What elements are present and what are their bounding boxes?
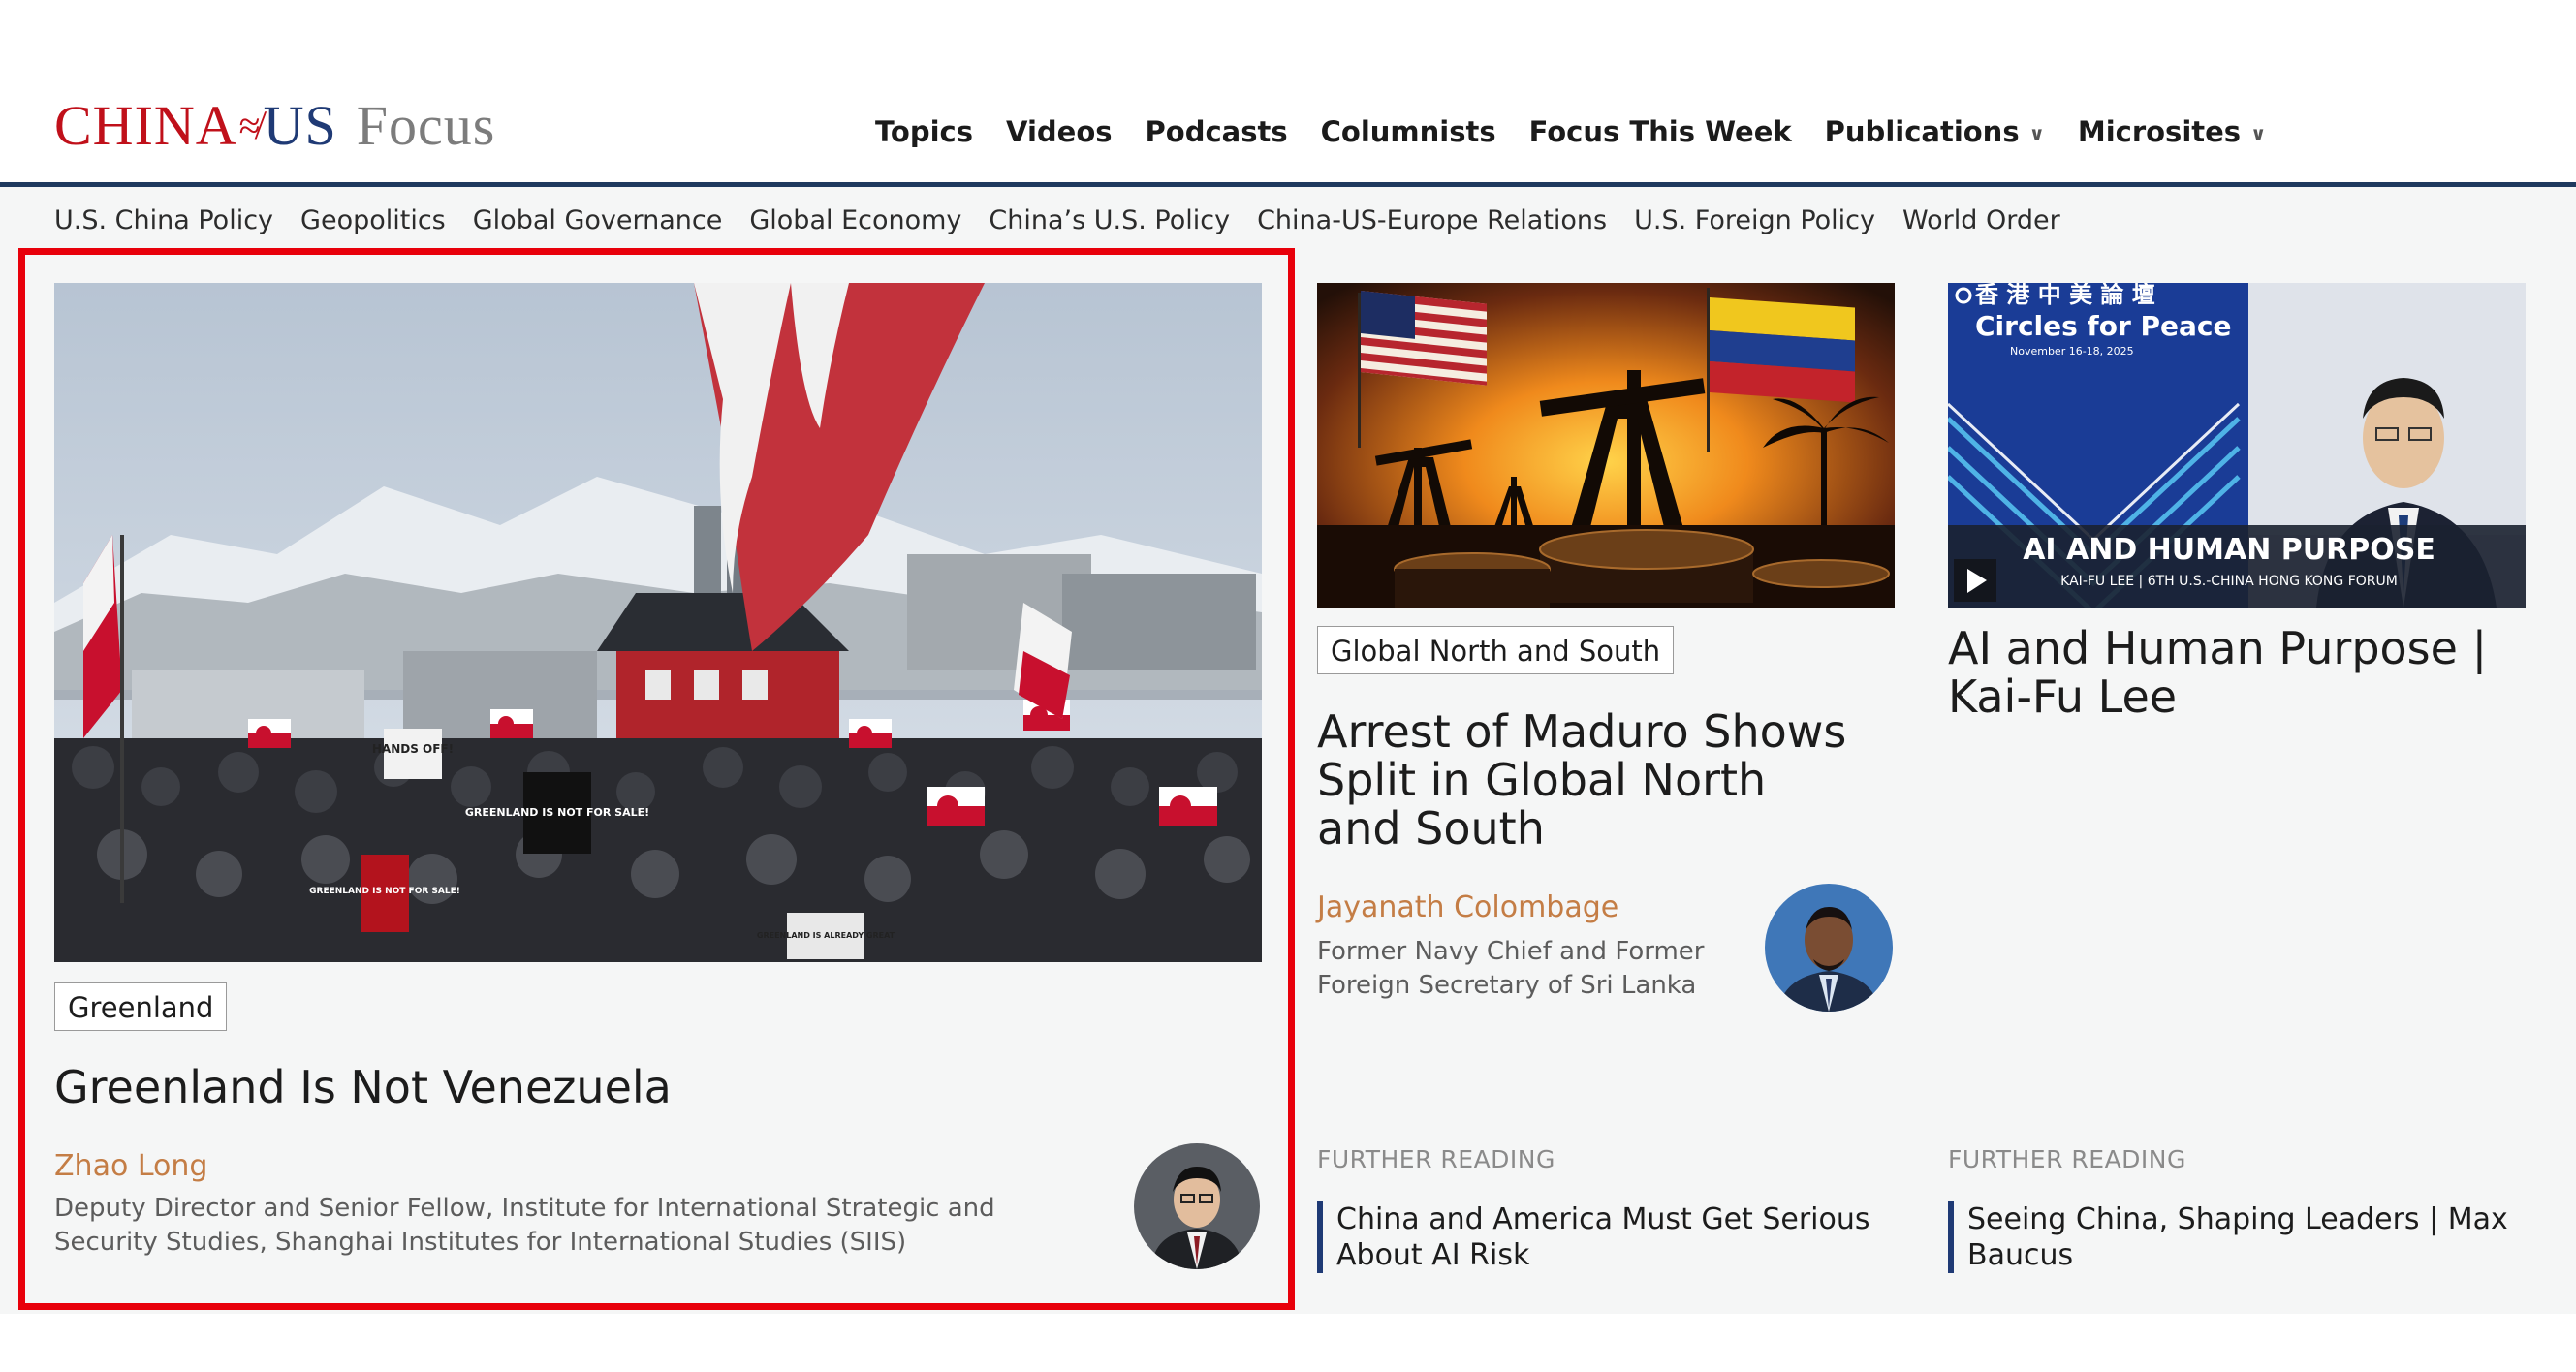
further-reading-link[interactable]: Seeing China, Shaping Leaders | Max Bauc… [1948,1201,2529,1273]
further-reading-label: FURTHER READING [1317,1145,1555,1173]
topic-link[interactable]: Global Economy [749,205,961,235]
site-header: CHINA ≉ US Focus Topics Videos Podcasts … [0,0,2576,187]
nav-microsites[interactable]: Microsites ∨ [2078,110,2266,153]
topic-tag[interactable]: Global North and South [1317,626,1675,674]
play-icon [1954,559,1996,602]
topic-link[interactable]: China’s U.S. Policy [989,205,1230,235]
svg-text:KAI-FU LEE | 6TH U.S.-CHINA HO: KAI-FU LEE | 6TH U.S.-CHINA HONG KONG FO… [2060,574,2398,589]
author-bio: Former Navy Chief and Former Foreign Sec… [1317,937,1705,1000]
author-avatar[interactable] [1765,884,1893,1012]
site-logo[interactable]: CHINA ≉ US Focus [54,97,495,155]
author-name[interactable]: Jayanath Colombage [1317,890,1618,924]
nav-publications[interactable]: Publications ∨ [1825,110,2045,153]
topic-link[interactable]: World Order [1902,205,2060,235]
svg-text:Circles for Peace: Circles for Peace [1975,310,2232,342]
nav-columnists[interactable]: Columnists [1321,110,1496,153]
svg-text:November 16-18, 2025: November 16-18, 2025 [2010,345,2134,358]
topic-link[interactable]: U.S. Foreign Policy [1634,205,1875,235]
topic-link[interactable]: Global Governance [473,205,723,235]
article-title[interactable]: Arrest of Maduro Shows Split in Global N… [1317,707,1860,853]
nav-topics[interactable]: Topics [875,110,973,153]
topic-link[interactable]: Geopolitics [300,205,446,235]
topic-link[interactable]: U.S. China Policy [54,205,273,235]
nav-videos[interactable]: Videos [1006,110,1113,153]
further-reading-link[interactable]: China and America Must Get Serious About… [1317,1201,1879,1273]
article-image-maduro[interactable] [1317,283,1895,608]
topic-bar: U.S. China Policy Geopolitics Global Gov… [54,205,2088,235]
logo-swirl-icon: ≉ [238,104,262,147]
article-title[interactable]: AI and Human Purpose | Kai-Fu Lee [1948,624,2520,721]
chevron-down-icon: ∨ [2250,122,2267,145]
svg-text:AI AND HUMAN PURPOSE: AI AND HUMAN PURPOSE [2023,533,2435,567]
chevron-down-icon: ∨ [2028,122,2045,145]
further-reading-label: FURTHER READING [1948,1145,2186,1173]
video-thumbnail[interactable]: 香 港 中 美 論 壇 Circles for Peace November 1… [1948,283,2526,608]
svg-text:香 港 中 美 論 壇: 香 港 中 美 論 壇 [1975,283,2155,308]
nav-podcasts[interactable]: Podcasts [1146,110,1288,153]
highlight-box [18,248,1295,1310]
main-nav: Topics Videos Podcasts Columnists Focus … [875,110,2299,153]
topic-link[interactable]: China-US-Europe Relations [1257,205,1607,235]
nav-focus-this-week[interactable]: Focus This Week [1529,110,1792,153]
